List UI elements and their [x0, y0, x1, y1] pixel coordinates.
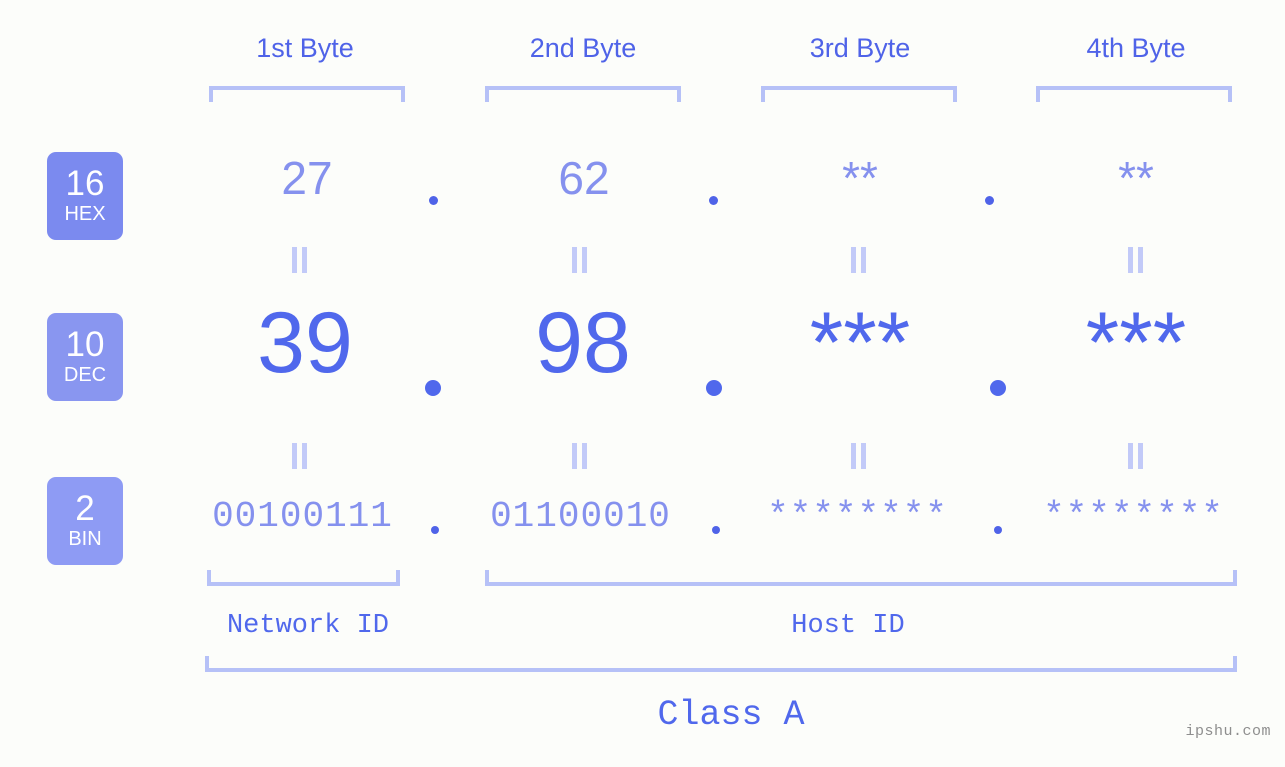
host-id-bracket	[485, 570, 1237, 586]
byte-header-label-3: 3rd Byte	[809, 33, 911, 63]
byte-bracket-2	[485, 86, 681, 102]
dec-byte-value-4: ***	[1085, 295, 1187, 391]
byte-header-label-4: 4th Byte	[1086, 33, 1186, 63]
dec-separator-dot-2	[706, 380, 722, 396]
dec-separator-dot-1	[425, 380, 441, 396]
bin-byte-value-1: 00100111	[212, 496, 393, 537]
equals-mark-hex-dec-1	[292, 247, 309, 273]
class-label: Class A	[657, 695, 805, 735]
dec-separator-dot-3	[990, 380, 1006, 396]
equals-mark-dec-bin-2	[572, 443, 589, 469]
hex-separator-dot-2	[709, 196, 718, 205]
dec-byte-value-1: 39	[257, 295, 353, 391]
ip-address-breakdown-diagram: 1st Byte 2nd Byte 3rd Byte 4th Byte 16 H…	[0, 0, 1285, 767]
byte-bracket-4	[1036, 86, 1232, 102]
bin-byte-value-2: 01100010	[490, 496, 671, 537]
bin-byte-value-4: ********	[1043, 496, 1224, 537]
hex-separator-dot-3	[985, 196, 994, 205]
hex-byte-value-2: 62	[558, 152, 610, 204]
radix-badge-hex-number: 16	[65, 163, 105, 203]
byte-header-label-2: 2nd Byte	[529, 33, 637, 63]
equals-mark-hex-dec-4	[1128, 247, 1145, 273]
radix-badge-bin: 2 BIN	[47, 477, 123, 565]
byte-bracket-1	[209, 86, 405, 102]
bin-separator-dot-2	[712, 526, 720, 534]
equals-mark-dec-bin-1	[292, 443, 309, 469]
site-watermark: ipshu.com	[1185, 723, 1271, 740]
radix-badge-bin-name: BIN	[68, 528, 102, 551]
equals-mark-hex-dec-3	[851, 247, 868, 273]
dec-byte-value-2: 98	[535, 295, 631, 391]
host-id-label: Host ID	[791, 611, 905, 641]
radix-badge-dec-name: DEC	[63, 364, 107, 387]
network-id-bracket	[207, 570, 400, 586]
radix-badge-hex: 16 HEX	[47, 152, 123, 240]
radix-badge-hex-name: HEX	[64, 203, 106, 226]
byte-bracket-3	[761, 86, 957, 102]
hex-separator-dot-1	[429, 196, 438, 205]
equals-mark-dec-bin-3	[851, 443, 868, 469]
equals-mark-dec-bin-4	[1128, 443, 1145, 469]
hex-byte-value-1: 27	[281, 152, 333, 204]
bin-byte-value-3: ********	[767, 496, 948, 537]
radix-badge-dec: 10 DEC	[47, 313, 123, 401]
hex-byte-value-3: **	[842, 152, 878, 204]
radix-badge-dec-number: 10	[65, 324, 105, 364]
byte-header-label-1: 1st Byte	[256, 33, 354, 63]
hex-byte-value-4: **	[1118, 152, 1154, 204]
class-bracket	[205, 656, 1237, 672]
bin-separator-dot-3	[994, 526, 1002, 534]
dec-byte-value-3: ***	[809, 295, 911, 391]
equals-mark-hex-dec-2	[572, 247, 589, 273]
network-id-label: Network ID	[226, 611, 390, 641]
radix-badge-bin-number: 2	[75, 488, 95, 528]
bin-separator-dot-1	[431, 526, 439, 534]
